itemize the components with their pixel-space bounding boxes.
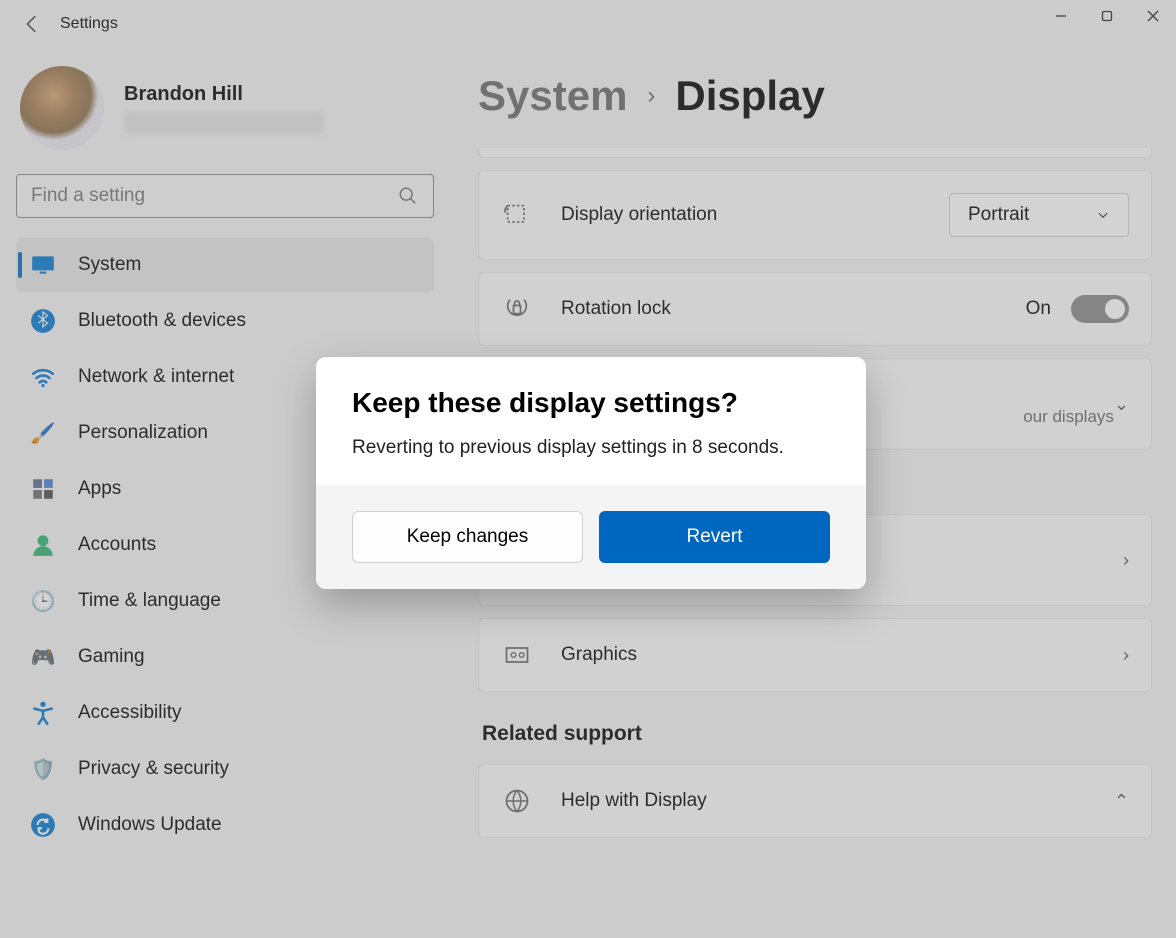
keep-changes-button[interactable]: Keep changes [352,511,583,563]
modal-scrim: Keep these display settings? Reverting t… [0,0,1176,938]
revert-button[interactable]: Revert [599,511,830,563]
dialog-body: Reverting to previous display settings i… [352,437,830,459]
confirm-dialog: Keep these display settings? Reverting t… [316,357,866,589]
dialog-title: Keep these display settings? [352,387,830,419]
